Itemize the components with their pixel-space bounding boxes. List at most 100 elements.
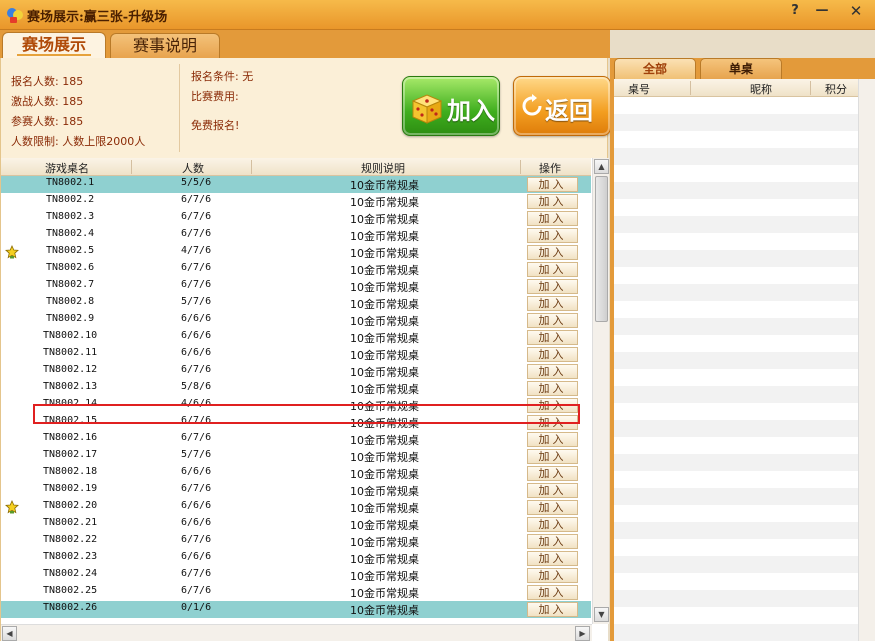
row-join-button[interactable]: 加入 [527,228,578,243]
table-name-cell: TN8002.13 [43,381,98,392]
header-table-name[interactable]: 游戏桌名 [45,160,89,176]
help-button[interactable]: ? [784,2,806,22]
table-row[interactable]: TN8002.23 6/6/6 10金币常规桌 加入 [1,550,591,567]
player-count-cell: 6/7/6 [181,568,212,579]
rule-cell: 10金币常规桌 [350,468,419,481]
row-join-button[interactable]: 加入 [527,381,578,396]
table-name-cell: TN8002.22 [43,534,98,545]
table-row[interactable]: TN8002.25 6/7/6 10金币常规桌 加入 [1,584,591,601]
player-count-cell: 6/6/6 [181,551,212,562]
player-list-row [614,233,858,250]
row-join-button[interactable]: 加入 [527,313,578,328]
table-row[interactable]: TN8002.26 0/1/6 10金币常规桌 加入 [1,601,591,618]
row-join-button[interactable]: 加入 [527,364,578,379]
table-row[interactable]: TN8002.21 6/6/6 10金币常规桌 加入 [1,516,591,533]
row-join-button[interactable]: 加入 [527,500,578,515]
table-row[interactable]: TN8002.20 6/6/6 10金币常规桌 加入 [1,499,591,516]
row-join-button[interactable]: 加入 [527,517,578,532]
join-button[interactable]: 加入 [402,76,500,136]
close-button[interactable]: ✕ [845,2,867,22]
table-row[interactable]: TN8002.3 6/7/6 10金币常规桌 加入 [1,210,591,227]
player-count-cell: 6/6/6 [181,313,212,324]
minimize-button[interactable]: — [811,2,833,22]
table-name-cell: TN8002.24 [43,568,98,579]
table-name-cell: TN8002.17 [43,449,98,460]
header-rule[interactable]: 规则说明 [361,160,405,176]
row-join-button[interactable]: 加入 [527,330,578,345]
back-button-label: 返回 [545,96,593,125]
header-score[interactable]: 积分 [825,81,847,97]
tab-arena-display[interactable]: 赛场展示 [2,32,106,59]
row-join-button[interactable]: 加入 [527,296,578,311]
table-row[interactable]: TN8002.14 4/6/6 10金币常规桌 加入 [1,397,591,414]
row-join-button[interactable]: 加入 [527,245,578,260]
table-row[interactable]: TN8002.24 6/7/6 10金币常规桌 加入 [1,567,591,584]
player-count-cell: 6/7/6 [181,483,212,494]
table-row[interactable]: TN8002.10 6/6/6 10金币常规桌 加入 [1,329,591,346]
table-row[interactable]: TN8002.12 6/7/6 10金币常规桌 加入 [1,363,591,380]
player-list-row [614,131,858,148]
scroll-right-icon[interactable]: ▶ [575,626,590,641]
table-row[interactable]: TN8002.22 6/7/6 10金币常规桌 加入 [1,533,591,550]
table-row[interactable]: TN8002.17 5/7/6 10金币常规桌 加入 [1,448,591,465]
table-row[interactable]: TN8002.18 6/6/6 10金币常规桌 加入 [1,465,591,482]
horizontal-scrollbar[interactable]: ◀ ▶ [1,624,592,641]
row-join-button[interactable]: 加入 [527,466,578,481]
header-nickname[interactable]: 昵称 [750,81,772,97]
player-list-scrollbar[interactable] [858,79,875,641]
row-join-button[interactable]: 加入 [527,585,578,600]
row-join-button[interactable]: 加入 [527,177,578,192]
player-list-row [614,539,858,556]
rule-cell: 10金币常规桌 [350,315,419,328]
row-join-button[interactable]: 加入 [527,347,578,362]
row-join-button[interactable]: 加入 [527,194,578,209]
table-row[interactable]: TN8002.2 6/7/6 10金币常规桌 加入 [1,193,591,210]
game-logo-icon [7,8,23,23]
scroll-down-icon[interactable]: ▼ [594,607,609,622]
table-row[interactable]: TN8002.11 6/6/6 10金币常规桌 加入 [1,346,591,363]
table-name-cell: TN8002.21 [43,517,98,528]
row-join-button[interactable]: 加入 [527,262,578,277]
table-row[interactable]: TN8002.13 5/8/6 10金币常规桌 加入 [1,380,591,397]
table-row[interactable]: TN8002.7 6/7/6 10金币常规桌 加入 [1,278,591,295]
rule-cell: 10金币常规桌 [350,604,419,617]
player-list-row [614,250,858,267]
table-row[interactable]: TN8002.15 6/7/6 10金币常规桌 加入 [1,414,591,431]
tab-single-table[interactable]: 单桌 [700,58,782,80]
table-row[interactable]: TN8002.1 5/5/6 10金币常规桌 加入 [1,176,591,193]
tab-all[interactable]: 全部 [614,58,696,80]
table-name-cell: TN8002.15 [43,415,98,426]
table-row[interactable]: TN8002.4 6/7/6 10金币常规桌 加入 [1,227,591,244]
row-join-button[interactable]: 加入 [527,483,578,498]
player-count-cell: 6/7/6 [181,585,212,596]
player-count-cell: 5/7/6 [181,449,212,460]
scroll-thumb[interactable] [595,176,608,322]
row-join-button[interactable]: 加入 [527,415,578,430]
table-row[interactable]: TN8002.9 6/6/6 10金币常规桌 加入 [1,312,591,329]
rule-cell: 10金币常规桌 [350,519,419,532]
back-button[interactable]: 返回 [513,76,611,136]
row-join-button[interactable]: 加入 [527,211,578,226]
table-name-cell: TN8002.4 [46,228,95,239]
table-row[interactable]: TN8002.8 5/7/6 10金币常规桌 加入 [1,295,591,312]
table-row[interactable]: TN8002.5 4/7/6 10金币常规桌 加入 [1,244,591,261]
header-player-count[interactable]: 人数 [182,160,204,176]
header-table-number[interactable]: 桌号 [628,81,650,97]
table-row[interactable]: TN8002.19 6/7/6 10金币常规桌 加入 [1,482,591,499]
row-join-button[interactable]: 加入 [527,534,578,549]
table-row[interactable]: TN8002.6 6/7/6 10金币常规桌 加入 [1,261,591,278]
row-join-button[interactable]: 加入 [527,551,578,566]
scroll-left-icon[interactable]: ◀ [2,626,17,641]
row-join-button[interactable]: 加入 [527,279,578,294]
table-name-cell: TN8002.6 [46,262,95,273]
row-join-button[interactable]: 加入 [527,602,578,617]
row-join-button[interactable]: 加入 [527,449,578,464]
tab-match-rules[interactable]: 赛事说明 [110,33,220,59]
row-join-button[interactable]: 加入 [527,398,578,413]
row-join-button[interactable]: 加入 [527,568,578,583]
row-join-button[interactable]: 加入 [527,432,578,447]
player-list-row [614,505,858,522]
scroll-up-icon[interactable]: ▲ [594,159,609,174]
vertical-scrollbar[interactable]: ▲ ▼ [592,158,609,624]
table-row[interactable]: TN8002.16 6/7/6 10金币常规桌 加入 [1,431,591,448]
